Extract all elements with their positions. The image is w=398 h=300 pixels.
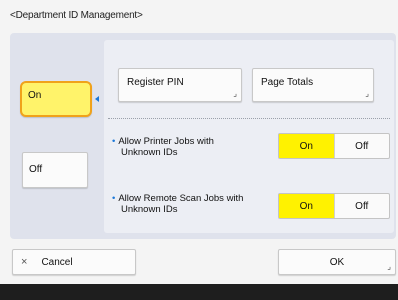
remote-scan-label: • Allow Remote Scan Jobs with Unknown IDs	[112, 193, 282, 215]
register-pin-button[interactable]: Register PIN ⌟	[118, 68, 242, 102]
ok-label: OK	[329, 256, 345, 268]
corner-arrow-icon: ⌟	[233, 89, 237, 98]
remote-scan-on-button[interactable]: On	[279, 194, 334, 218]
off-button-label: Off	[29, 164, 43, 175]
printer-jobs-label: • Allow Printer Jobs with Unknown IDs	[112, 136, 272, 158]
cancel-button[interactable]: × Cancel	[12, 249, 136, 275]
remote-scan-label-line1: Allow Remote Scan Jobs with	[118, 193, 244, 204]
status-bar	[0, 284, 398, 300]
page-totals-button[interactable]: Page Totals ⌟	[252, 68, 374, 102]
bullet-icon: •	[112, 136, 116, 147]
corner-arrow-icon: ⌟	[387, 262, 391, 271]
remote-scan-off-button[interactable]: Off	[333, 194, 390, 218]
remote-scan-toggle: On Off	[278, 193, 390, 219]
printer-jobs-off-button[interactable]: Off	[333, 134, 390, 158]
remote-scan-label-line2: Unknown IDs	[121, 204, 178, 215]
printer-jobs-toggle: On Off	[278, 133, 390, 159]
on-button-label: On	[28, 90, 42, 101]
bullet-icon: •	[112, 193, 116, 204]
pointer-arrow-icon	[95, 96, 99, 102]
register-pin-label: Register PIN	[127, 77, 184, 88]
cancel-label: Cancel	[41, 256, 73, 268]
divider	[108, 118, 390, 119]
department-id-off-button[interactable]: Off	[22, 152, 88, 188]
ok-button[interactable]: OK ⌟	[278, 249, 396, 275]
page-title: <Department ID Management>	[10, 10, 143, 21]
printer-jobs-label-line1: Allow Printer Jobs with	[118, 136, 214, 147]
printer-jobs-label-line2: Unknown IDs	[121, 147, 178, 158]
page-totals-label: Page Totals	[261, 77, 314, 88]
printer-jobs-on-button[interactable]: On	[279, 134, 334, 158]
corner-arrow-icon: ⌟	[365, 89, 369, 98]
department-id-on-button[interactable]: On	[20, 81, 92, 117]
close-icon: ×	[21, 256, 28, 268]
